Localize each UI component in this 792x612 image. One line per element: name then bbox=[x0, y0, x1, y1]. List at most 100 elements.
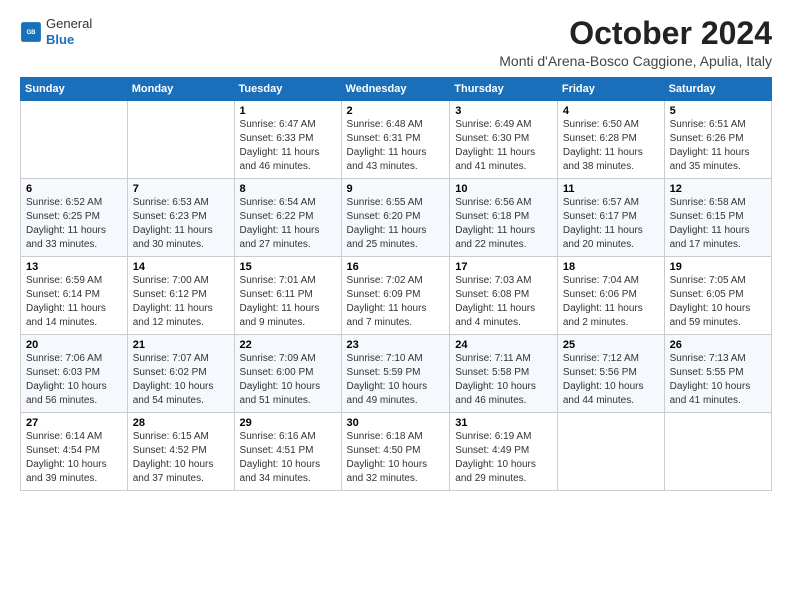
day-number: 1 bbox=[240, 105, 336, 117]
day-number: 20 bbox=[26, 339, 122, 351]
calendar-day-cell: 11Sunrise: 6:57 AM Sunset: 6:17 PM Dayli… bbox=[557, 179, 664, 257]
header: GB General Blue October 2024 Monti d'Are… bbox=[20, 16, 772, 69]
svg-text:GB: GB bbox=[26, 30, 36, 36]
day-number: 12 bbox=[670, 183, 766, 195]
title-section: October 2024 Monti d'Arena-Bosco Caggion… bbox=[499, 16, 772, 69]
day-number: 23 bbox=[347, 339, 445, 351]
day-info: Sunrise: 7:06 AM Sunset: 6:03 PM Dayligh… bbox=[26, 352, 122, 408]
logo-blue: Blue bbox=[46, 32, 74, 47]
day-number: 29 bbox=[240, 417, 336, 429]
day-number: 15 bbox=[240, 261, 336, 273]
day-number: 19 bbox=[670, 261, 766, 273]
day-info: Sunrise: 6:52 AM Sunset: 6:25 PM Dayligh… bbox=[26, 196, 122, 252]
day-info: Sunrise: 6:55 AM Sunset: 6:20 PM Dayligh… bbox=[347, 196, 445, 252]
day-number: 27 bbox=[26, 417, 122, 429]
calendar-week-row: 1Sunrise: 6:47 AM Sunset: 6:33 PM Daylig… bbox=[21, 101, 772, 179]
day-info: Sunrise: 6:53 AM Sunset: 6:23 PM Dayligh… bbox=[133, 196, 229, 252]
calendar-day-cell: 30Sunrise: 6:18 AM Sunset: 4:50 PM Dayli… bbox=[341, 413, 450, 491]
calendar-day-cell: 5Sunrise: 6:51 AM Sunset: 6:26 PM Daylig… bbox=[664, 101, 771, 179]
day-number: 31 bbox=[455, 417, 552, 429]
day-info: Sunrise: 7:04 AM Sunset: 6:06 PM Dayligh… bbox=[563, 274, 659, 330]
day-info: Sunrise: 6:19 AM Sunset: 4:49 PM Dayligh… bbox=[455, 430, 552, 486]
calendar-day-cell: 23Sunrise: 7:10 AM Sunset: 5:59 PM Dayli… bbox=[341, 335, 450, 413]
day-number: 16 bbox=[347, 261, 445, 273]
day-info: Sunrise: 6:51 AM Sunset: 6:26 PM Dayligh… bbox=[670, 118, 766, 174]
weekday-header: Wednesday bbox=[341, 78, 450, 101]
day-number: 21 bbox=[133, 339, 229, 351]
day-number: 28 bbox=[133, 417, 229, 429]
day-number: 8 bbox=[240, 183, 336, 195]
day-info: Sunrise: 7:07 AM Sunset: 6:02 PM Dayligh… bbox=[133, 352, 229, 408]
weekday-header: Saturday bbox=[664, 78, 771, 101]
page: GB General Blue October 2024 Monti d'Are… bbox=[0, 0, 792, 501]
calendar-day-cell: 20Sunrise: 7:06 AM Sunset: 6:03 PM Dayli… bbox=[21, 335, 128, 413]
logo-general: General bbox=[46, 16, 92, 31]
calendar-day-cell: 17Sunrise: 7:03 AM Sunset: 6:08 PM Dayli… bbox=[450, 257, 558, 335]
calendar-day-cell: 27Sunrise: 6:14 AM Sunset: 4:54 PM Dayli… bbox=[21, 413, 128, 491]
day-info: Sunrise: 6:16 AM Sunset: 4:51 PM Dayligh… bbox=[240, 430, 336, 486]
calendar-day-cell: 10Sunrise: 6:56 AM Sunset: 6:18 PM Dayli… bbox=[450, 179, 558, 257]
day-info: Sunrise: 7:13 AM Sunset: 5:55 PM Dayligh… bbox=[670, 352, 766, 408]
day-info: Sunrise: 7:09 AM Sunset: 6:00 PM Dayligh… bbox=[240, 352, 336, 408]
day-number: 5 bbox=[670, 105, 766, 117]
day-info: Sunrise: 7:12 AM Sunset: 5:56 PM Dayligh… bbox=[563, 352, 659, 408]
calendar-day-cell bbox=[127, 101, 234, 179]
calendar-day-cell: 22Sunrise: 7:09 AM Sunset: 6:00 PM Dayli… bbox=[234, 335, 341, 413]
day-number: 7 bbox=[133, 183, 229, 195]
weekday-header: Sunday bbox=[21, 78, 128, 101]
day-info: Sunrise: 7:05 AM Sunset: 6:05 PM Dayligh… bbox=[670, 274, 766, 330]
calendar-day-cell: 16Sunrise: 7:02 AM Sunset: 6:09 PM Dayli… bbox=[341, 257, 450, 335]
day-number: 9 bbox=[347, 183, 445, 195]
location-title: Monti d'Arena-Bosco Caggione, Apulia, It… bbox=[499, 53, 772, 69]
calendar-day-cell: 9Sunrise: 6:55 AM Sunset: 6:20 PM Daylig… bbox=[341, 179, 450, 257]
weekday-header: Friday bbox=[557, 78, 664, 101]
day-number: 18 bbox=[563, 261, 659, 273]
calendar-day-cell: 15Sunrise: 7:01 AM Sunset: 6:11 PM Dayli… bbox=[234, 257, 341, 335]
day-info: Sunrise: 7:03 AM Sunset: 6:08 PM Dayligh… bbox=[455, 274, 552, 330]
calendar-day-cell: 18Sunrise: 7:04 AM Sunset: 6:06 PM Dayli… bbox=[557, 257, 664, 335]
day-info: Sunrise: 7:01 AM Sunset: 6:11 PM Dayligh… bbox=[240, 274, 336, 330]
day-number: 4 bbox=[563, 105, 659, 117]
calendar-week-row: 20Sunrise: 7:06 AM Sunset: 6:03 PM Dayli… bbox=[21, 335, 772, 413]
day-info: Sunrise: 6:58 AM Sunset: 6:15 PM Dayligh… bbox=[670, 196, 766, 252]
weekday-header: Monday bbox=[127, 78, 234, 101]
day-number: 17 bbox=[455, 261, 552, 273]
calendar-day-cell: 21Sunrise: 7:07 AM Sunset: 6:02 PM Dayli… bbox=[127, 335, 234, 413]
day-info: Sunrise: 6:14 AM Sunset: 4:54 PM Dayligh… bbox=[26, 430, 122, 486]
calendar-day-cell: 2Sunrise: 6:48 AM Sunset: 6:31 PM Daylig… bbox=[341, 101, 450, 179]
calendar-day-cell: 26Sunrise: 7:13 AM Sunset: 5:55 PM Dayli… bbox=[664, 335, 771, 413]
calendar-day-cell: 12Sunrise: 6:58 AM Sunset: 6:15 PM Dayli… bbox=[664, 179, 771, 257]
calendar-day-cell bbox=[21, 101, 128, 179]
calendar-week-row: 6Sunrise: 6:52 AM Sunset: 6:25 PM Daylig… bbox=[21, 179, 772, 257]
day-info: Sunrise: 6:54 AM Sunset: 6:22 PM Dayligh… bbox=[240, 196, 336, 252]
day-number: 24 bbox=[455, 339, 552, 351]
day-info: Sunrise: 7:02 AM Sunset: 6:09 PM Dayligh… bbox=[347, 274, 445, 330]
day-info: Sunrise: 6:47 AM Sunset: 6:33 PM Dayligh… bbox=[240, 118, 336, 174]
day-info: Sunrise: 6:56 AM Sunset: 6:18 PM Dayligh… bbox=[455, 196, 552, 252]
day-number: 3 bbox=[455, 105, 552, 117]
calendar-day-cell: 29Sunrise: 6:16 AM Sunset: 4:51 PM Dayli… bbox=[234, 413, 341, 491]
month-title: October 2024 bbox=[499, 16, 772, 51]
day-info: Sunrise: 6:49 AM Sunset: 6:30 PM Dayligh… bbox=[455, 118, 552, 174]
calendar-day-cell: 14Sunrise: 7:00 AM Sunset: 6:12 PM Dayli… bbox=[127, 257, 234, 335]
day-info: Sunrise: 6:57 AM Sunset: 6:17 PM Dayligh… bbox=[563, 196, 659, 252]
calendar-header-row: SundayMondayTuesdayWednesdayThursdayFrid… bbox=[21, 78, 772, 101]
weekday-header: Tuesday bbox=[234, 78, 341, 101]
calendar-table: SundayMondayTuesdayWednesdayThursdayFrid… bbox=[20, 77, 772, 491]
calendar-day-cell: 7Sunrise: 6:53 AM Sunset: 6:23 PM Daylig… bbox=[127, 179, 234, 257]
calendar-day-cell: 25Sunrise: 7:12 AM Sunset: 5:56 PM Dayli… bbox=[557, 335, 664, 413]
logo: GB General Blue bbox=[20, 16, 92, 47]
calendar-week-row: 13Sunrise: 6:59 AM Sunset: 6:14 PM Dayli… bbox=[21, 257, 772, 335]
day-number: 26 bbox=[670, 339, 766, 351]
day-number: 30 bbox=[347, 417, 445, 429]
calendar-day-cell: 4Sunrise: 6:50 AM Sunset: 6:28 PM Daylig… bbox=[557, 101, 664, 179]
day-number: 13 bbox=[26, 261, 122, 273]
day-number: 25 bbox=[563, 339, 659, 351]
day-info: Sunrise: 6:18 AM Sunset: 4:50 PM Dayligh… bbox=[347, 430, 445, 486]
day-number: 2 bbox=[347, 105, 445, 117]
calendar-day-cell bbox=[664, 413, 771, 491]
calendar-week-row: 27Sunrise: 6:14 AM Sunset: 4:54 PM Dayli… bbox=[21, 413, 772, 491]
calendar-day-cell: 3Sunrise: 6:49 AM Sunset: 6:30 PM Daylig… bbox=[450, 101, 558, 179]
calendar-day-cell: 1Sunrise: 6:47 AM Sunset: 6:33 PM Daylig… bbox=[234, 101, 341, 179]
calendar-day-cell: 31Sunrise: 6:19 AM Sunset: 4:49 PM Dayli… bbox=[450, 413, 558, 491]
